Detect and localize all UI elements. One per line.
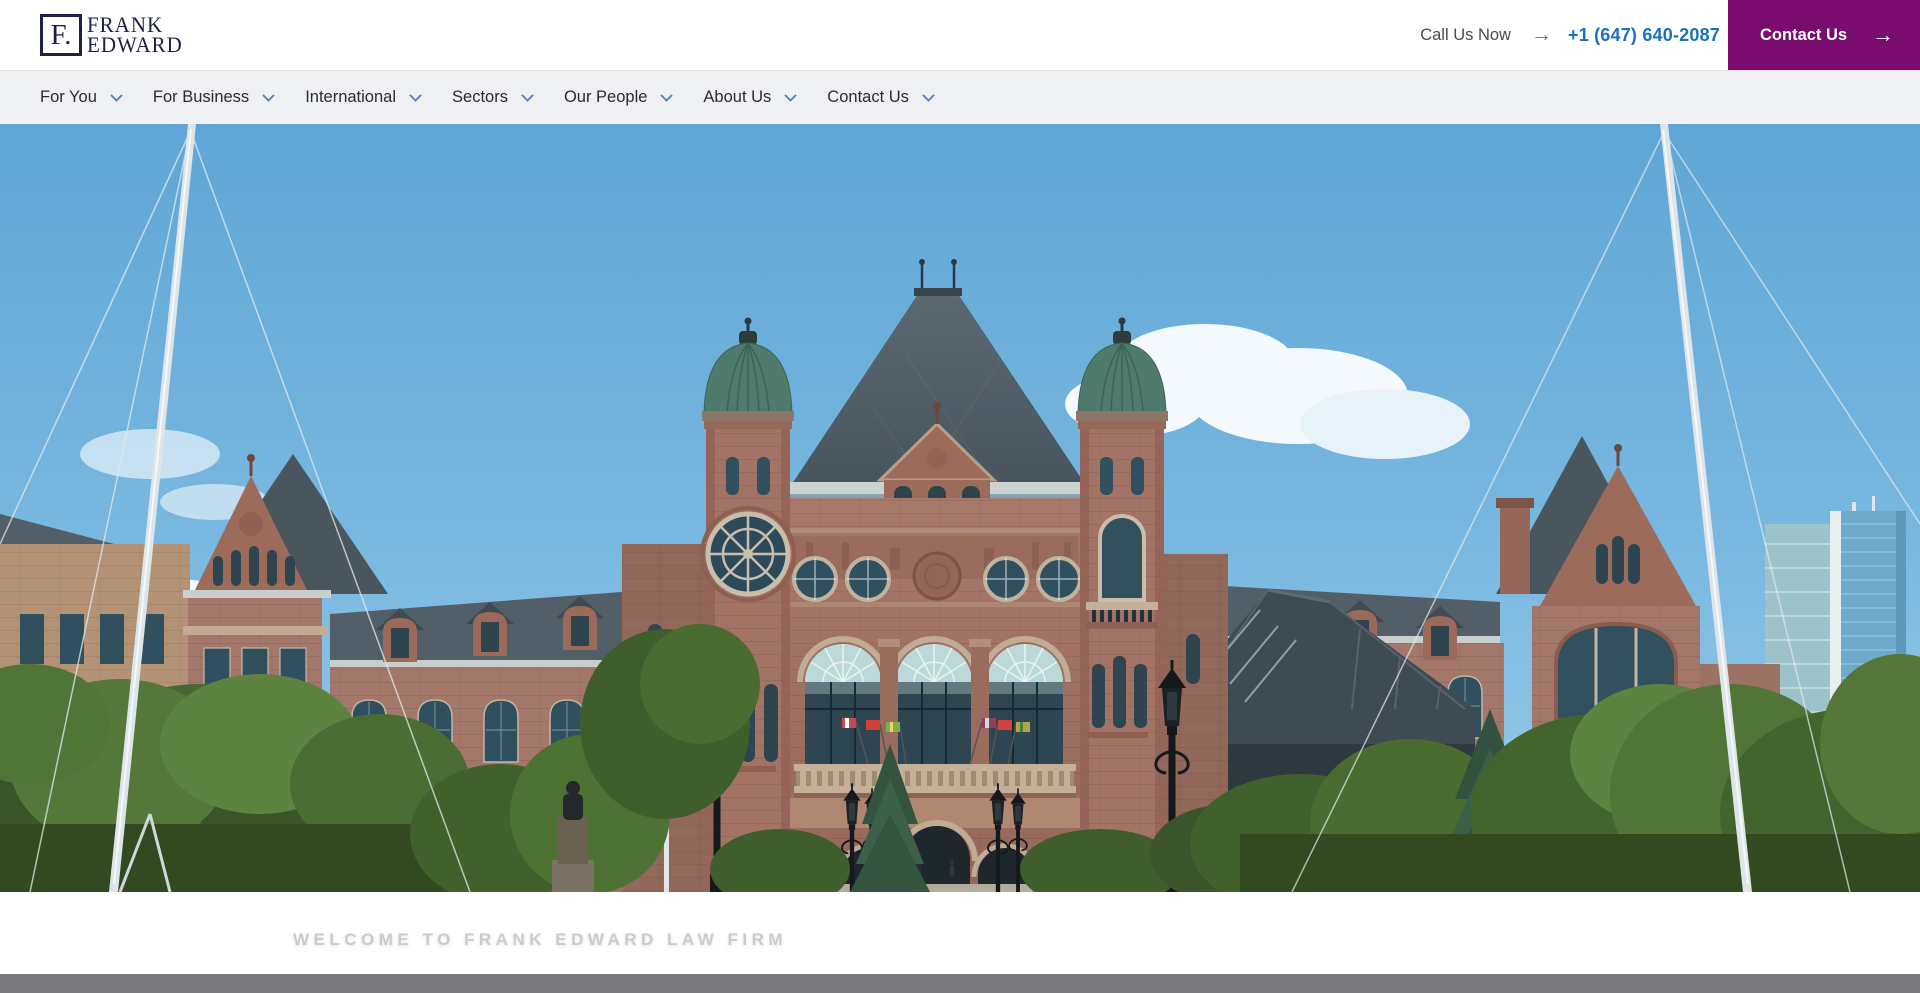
next-section-edge [0,974,1920,993]
main-nav: For You For Business International Secto… [0,70,1920,124]
chevron-down-icon [110,94,123,102]
logo-monogram-text: F. [50,19,71,52]
logo-wordmark: FRANK EDWARD [87,15,183,56]
nav-item-for-you[interactable]: For You [40,88,123,107]
nav-item-for-business[interactable]: For Business [153,88,275,107]
chevron-down-icon [409,94,422,102]
nav-item-international[interactable]: International [305,88,422,107]
welcome-section: WELCOME TO FRANK EDWARD LAW FIRM [0,892,1920,974]
nav-item-label: Sectors [452,88,508,107]
chevron-down-icon [922,94,935,102]
nav-item-sectors[interactable]: Sectors [452,88,534,107]
welcome-kicker: WELCOME TO FRANK EDWARD LAW FIRM [293,930,787,950]
hero-section [0,124,1920,892]
chevron-down-icon [262,94,275,102]
arrow-right-icon: → [1531,23,1552,47]
hero-photo [0,124,1920,892]
phone-link[interactable]: +1 (647) 640-2087 [1568,25,1720,46]
logo-line2: EDWARD [87,35,183,55]
nav-item-label: Our People [564,88,647,107]
contact-us-button[interactable]: Contact Us → [1728,0,1920,70]
top-header: F. FRANK EDWARD Call Us Now → +1 (647) 6… [0,0,1920,70]
header-actions: Call Us Now → +1 (647) 640-2087 Contact … [1420,0,1920,70]
brand-logo[interactable]: F. FRANK EDWARD [40,14,183,56]
nav-item-label: Contact Us [827,88,909,107]
nav-item-our-people[interactable]: Our People [564,88,673,107]
nav-item-contact-us[interactable]: Contact Us [827,88,935,107]
nav-item-label: About Us [703,88,771,107]
nav-item-label: International [305,88,396,107]
arrow-right-icon: → [1872,22,1894,48]
chevron-down-icon [521,94,534,102]
nav-item-label: For You [40,88,97,107]
call-us-label[interactable]: Call Us Now [1420,26,1511,45]
contact-us-button-label: Contact Us [1760,26,1847,45]
chevron-down-icon [660,94,673,102]
chevron-down-icon [784,94,797,102]
nav-item-label: For Business [153,88,249,107]
nav-item-about-us[interactable]: About Us [703,88,797,107]
logo-monogram: F. [40,14,82,56]
